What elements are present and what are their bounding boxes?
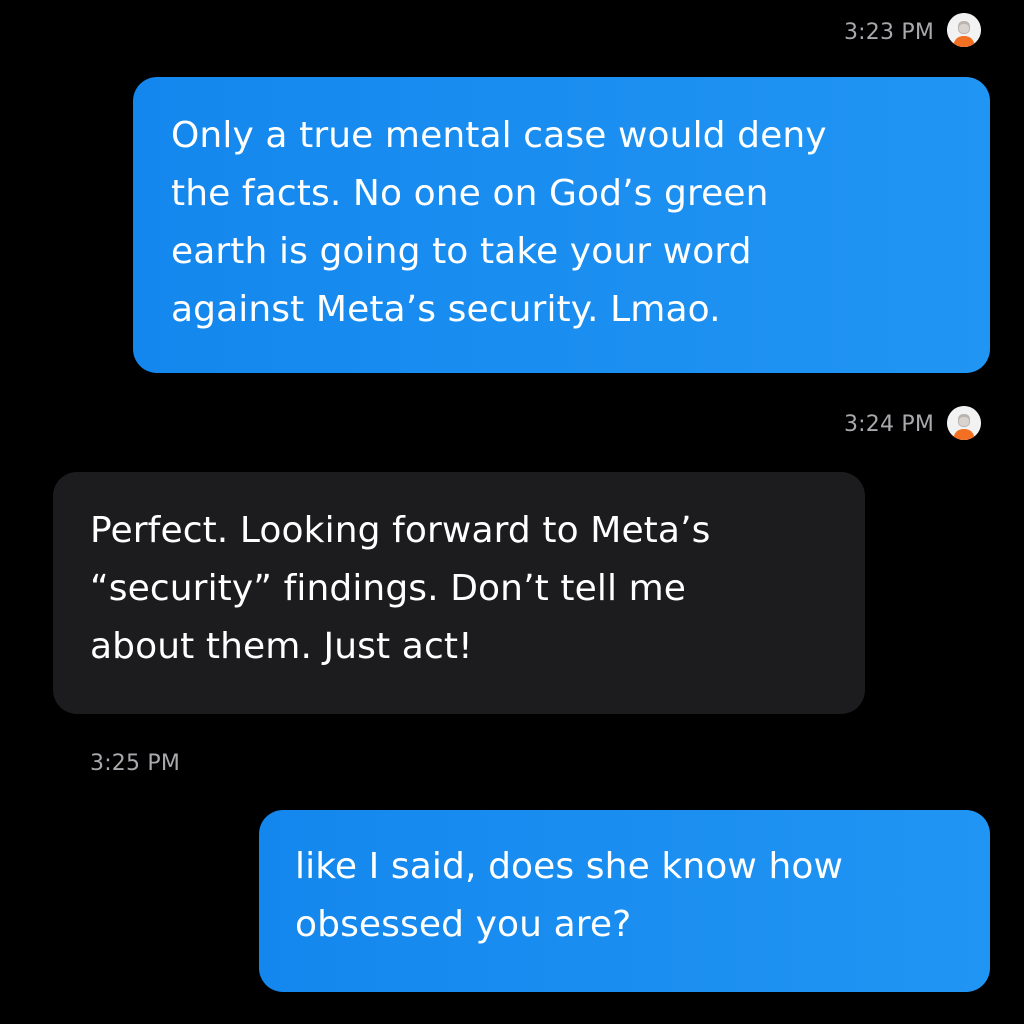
user-avatar-icon[interactable]: [947, 406, 981, 440]
user-avatar-icon[interactable]: [947, 13, 981, 47]
message-timestamp: 3:25 PM: [90, 751, 181, 776]
message-text: Only a true mental case would deny the f…: [171, 115, 827, 330]
message-bubble-sent[interactable]: like I said, does she know how obsessed …: [259, 810, 990, 992]
message-bubble-received[interactable]: Perfect. Looking forward to Meta’s “secu…: [53, 472, 865, 714]
message-text: like I said, does she know how obsessed …: [295, 846, 844, 945]
message-text: Perfect. Looking forward to Meta’s “secu…: [90, 510, 711, 667]
chat-screen: { "messages": [ { "direction": "sent", "…: [0, 0, 1024, 1024]
message-timestamp: 3:23 PM: [843, 20, 934, 45]
message-bubble-sent[interactable]: Only a true mental case would deny the f…: [133, 77, 990, 373]
message-timestamp: 3:24 PM: [843, 412, 934, 437]
